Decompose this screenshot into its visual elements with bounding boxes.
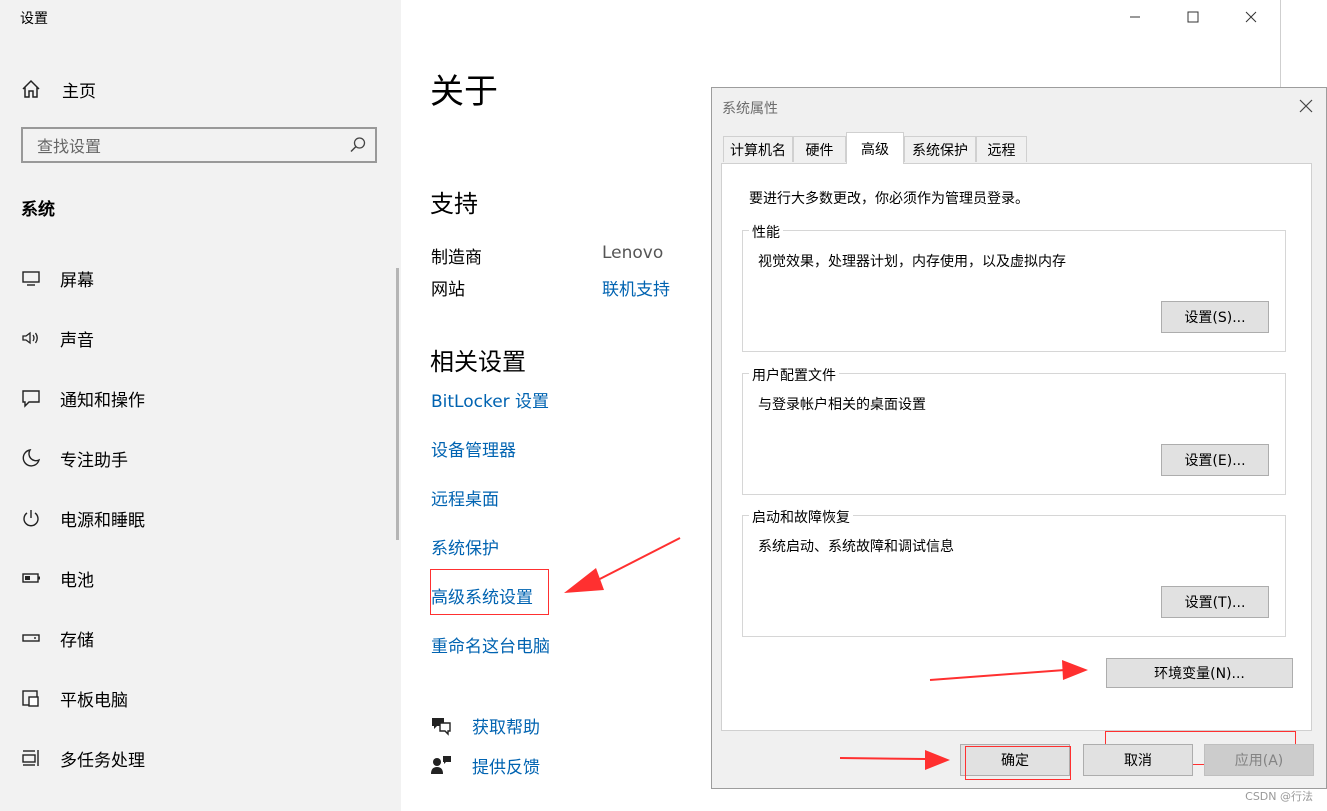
annotation-arrows-dialog xyxy=(839,660,1088,770)
arrow-to-environment-variables xyxy=(929,660,1088,681)
arrow-to-ok-button xyxy=(839,750,950,770)
watermark: CSDN @行法 xyxy=(1245,790,1313,803)
tab-advanced[interactable]: 高级 xyxy=(846,132,904,164)
